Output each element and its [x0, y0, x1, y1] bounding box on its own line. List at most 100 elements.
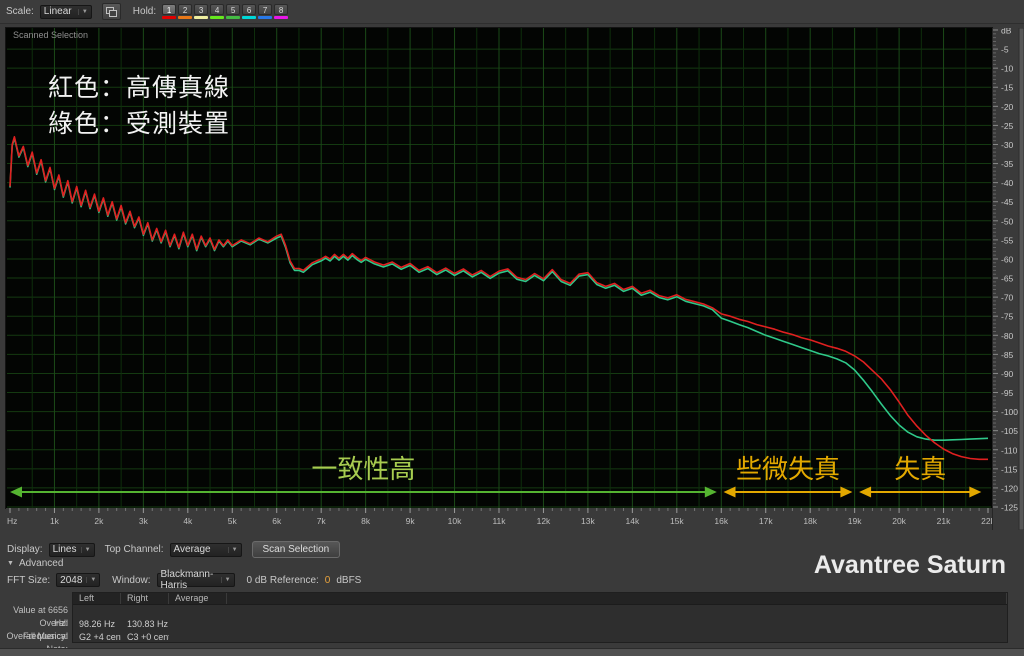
freq-tick-label: 20k: [892, 516, 906, 526]
db-ruler: dB -5 -10 -15 -20 -25 -30 -35 -40 -45 -50 -55 -60 -65…: [992, 28, 1024, 530]
freq-tick-label: 9k: [406, 516, 416, 526]
freq-tick-label: 1k: [50, 516, 60, 526]
hold-color-bar: [258, 16, 273, 19]
window-value: Blackmann-Harris: [160, 569, 214, 591]
table-row-label: Value at 6656 Hz:: [13, 605, 68, 628]
freq-tick-label: 11k: [492, 516, 506, 526]
freq-tick-label: 19k: [848, 516, 862, 526]
freq-tick-label: 21k: [937, 516, 951, 526]
display-controls-row: Display: Lines ▼ Top Channel: Average ▼ …: [7, 541, 341, 558]
top-toolbar: Scale: Linear ▼ Hold: 12345678: [0, 0, 1024, 24]
hold-button-1[interactable]: 1: [162, 4, 177, 19]
hold-button-4[interactable]: 4: [210, 4, 225, 19]
overlay-frames-icon-button[interactable]: [101, 3, 121, 20]
table-row-label: Overall Musical Note:: [6, 631, 68, 654]
db-tick-label: -55: [1001, 235, 1014, 245]
hold-button-number: 6: [242, 4, 257, 15]
display-label: Display:: [7, 544, 43, 555]
hold-color-bar: [226, 16, 241, 19]
db-tick-label: -125: [1001, 503, 1018, 513]
hold-label: Hold:: [132, 6, 157, 17]
chevron-down-icon: ▼: [220, 577, 231, 583]
db-tick-label: -80: [1001, 331, 1014, 341]
hold-button-number: 2: [178, 4, 193, 15]
db-reference-label: 0 dB Reference:: [246, 574, 319, 586]
hold-button-number: 5: [226, 4, 241, 15]
hold-button-number: 8: [274, 4, 289, 15]
db-tick-label: -70: [1001, 293, 1014, 303]
display-dropdown[interactable]: Lines ▼: [48, 542, 95, 557]
db-tick-label: -40: [1001, 178, 1014, 188]
window-dropdown[interactable]: Blackmann-Harris ▼: [156, 569, 235, 591]
hold-button-3[interactable]: 3: [194, 4, 209, 19]
table-row-labels: Value at 6656 Hz: Overall Frequency: Overa…: [0, 592, 68, 654]
db-tick-label: dB: [1001, 28, 1012, 36]
advanced-disclosure[interactable]: ▼ Advanced: [7, 558, 63, 569]
hold-button-7[interactable]: 7: [258, 4, 273, 19]
freq-tick-label: 5k: [228, 516, 238, 526]
hold-button-number: 3: [194, 4, 209, 15]
fft-size-label: FFT Size:: [7, 574, 51, 586]
freq-tick-label: 18k: [803, 516, 817, 526]
chevron-down-icon: ▼: [227, 546, 238, 553]
table-row: G2 +4 cents C3 +0 cents: [73, 631, 1007, 644]
hold-button-number: 7: [258, 4, 273, 15]
hold-button-6[interactable]: 6: [242, 4, 257, 19]
db-reference-unit: dBFS: [336, 574, 362, 586]
freq-tick-label: 22k: [981, 516, 992, 526]
db-tick-label: -35: [1001, 159, 1014, 169]
table-cell: [169, 631, 227, 644]
hold-button-5[interactable]: 5: [226, 4, 241, 19]
freq-tick-label: 10k: [448, 516, 462, 526]
frequency-analysis-window: Scale: Linear ▼ Hold: 12345678 一致性高 些微失真 失…: [0, 0, 1024, 656]
fft-controls-row: FFT Size: 2048 ▼ Window: Blackmann-Harri…: [7, 569, 362, 591]
results-table: Left Right Average 98.26 Hz 130.83 Hz G2 +4 c…: [72, 592, 1008, 643]
top-channel-label: Top Channel:: [104, 544, 164, 555]
ruler-edge: [992, 28, 993, 530]
fft-size-value: 2048: [60, 574, 83, 586]
hold-button-8[interactable]: 8: [274, 4, 289, 19]
db-tick-label: -5: [1001, 45, 1009, 55]
table-cell: [121, 605, 169, 618]
table-column-header: Average: [169, 593, 227, 604]
hold-color-bar: [178, 16, 193, 19]
scale-dropdown[interactable]: Linear ▼: [39, 4, 92, 19]
table-cell: [227, 631, 1007, 644]
hold-buttons: 12345678: [162, 4, 289, 19]
db-tick-label: -95: [1001, 388, 1014, 398]
fft-size-dropdown[interactable]: 2048 ▼: [56, 573, 101, 587]
scale-label: Scale:: [6, 6, 34, 17]
freq-tick-label: 17k: [759, 516, 773, 526]
spectrum-plot[interactable]: 一致性高 些微失真 失真 Scanned Selection 紅色：高傳真線綠色：受測裝…: [5, 27, 993, 509]
table-column-header: Left: [73, 593, 121, 604]
scale-value: Linear: [43, 6, 72, 17]
display-value: Lines: [52, 544, 77, 555]
freq-tick-label: 8k: [361, 516, 371, 526]
table-cell: [169, 618, 227, 631]
vertical-scrollbar[interactable]: [1018, 28, 1024, 530]
table-cell: G2 +4 cents: [79, 632, 121, 642]
freq-tick-label: Hz: [7, 516, 17, 526]
freq-tick-label: 3k: [139, 516, 149, 526]
scan-selection-button[interactable]: Scan Selection: [251, 541, 341, 558]
freq-tick-label: 14k: [626, 516, 640, 526]
zone-label-3: 失真: [894, 454, 946, 484]
table-cell: [73, 605, 121, 618]
hold-button-number: 1: [162, 4, 177, 15]
db-tick-label: -90: [1001, 369, 1014, 379]
chevron-down-icon: ▼: [77, 8, 88, 15]
zone-label-2: 些微失真: [736, 454, 840, 484]
db-reference-value: 0: [324, 574, 331, 586]
db-tick-label: -15: [1001, 83, 1014, 93]
table-cell: [227, 618, 1007, 631]
db-tick-label: -45: [1001, 197, 1014, 207]
table-cell: 98.26 Hz: [79, 619, 116, 629]
db-tick-label: -50: [1001, 216, 1014, 226]
freq-tick-label: 16k: [714, 516, 728, 526]
hold-button-number: 4: [210, 4, 225, 15]
top-channel-dropdown[interactable]: Average ▼: [169, 542, 242, 557]
db-tick-label: -85: [1001, 350, 1014, 360]
hold-color-bar: [242, 16, 257, 19]
triangle-down-icon: ▼: [7, 560, 14, 567]
hold-button-2[interactable]: 2: [178, 4, 193, 19]
